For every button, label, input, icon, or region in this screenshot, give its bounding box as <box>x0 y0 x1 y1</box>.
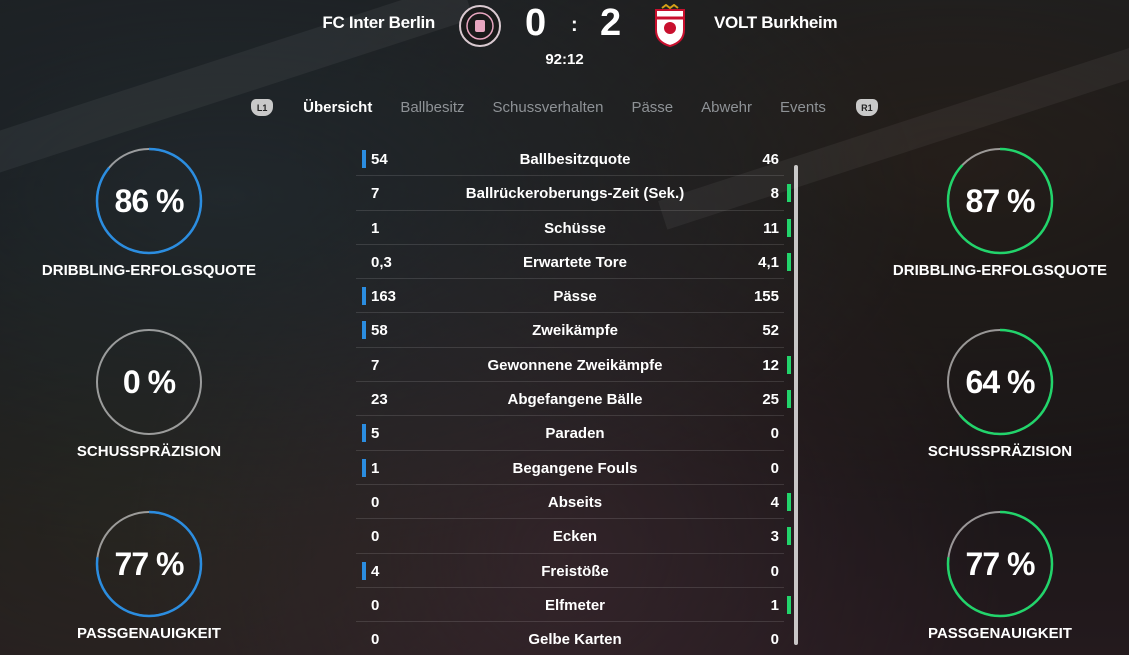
stat-row: 7 Gewonnene Zweikämpfe 12 <box>356 348 791 383</box>
home-dribbling-gauge: 86 % <box>95 147 203 255</box>
stat-row: 54 Ballbesitzquote 46 <box>356 142 784 177</box>
home-pass-accuracy-gauge: 77 % <box>95 510 203 618</box>
tab-shooting[interactable]: Schussverhalten <box>493 99 604 116</box>
tab-overview[interactable]: Übersicht <box>303 99 372 116</box>
stat-row: 23 Abgefangene Bälle 25 <box>356 382 791 417</box>
stat-label: Elfmeter <box>544 596 606 614</box>
away-pass-accuracy-label: PASSGENAUIGKEIT <box>928 625 1072 642</box>
stat-away-value: 0 <box>770 562 779 580</box>
stat-row: 5 Paraden 0 <box>356 416 784 451</box>
gauge-percent: 77 % <box>114 545 185 582</box>
stat-label: Abgefangene Bälle <box>507 391 643 409</box>
away-shot-accuracy-label: SCHUSSPRÄZISION <box>927 443 1073 460</box>
stat-label: Abseits <box>547 493 603 511</box>
home-team-name: FC Inter Berlin <box>322 13 435 32</box>
stat-label: Begangene Fouls <box>512 459 638 477</box>
home-shot-accuracy-label: SCHUSSPRÄZISION <box>76 443 222 460</box>
home-shot-accuracy-gauge: 0 % <box>95 328 203 436</box>
stat-away-value: 11 <box>763 219 779 237</box>
stat-away-value: 0 <box>770 425 779 443</box>
stat-row: 0 Abseits 4 <box>356 485 791 520</box>
gauge-percent: 64 % <box>965 363 1036 400</box>
match-clock: 92:12 <box>545 51 584 68</box>
stats-scrollbar[interactable] <box>794 165 798 645</box>
stat-row: 0 Gelbe Karten 0 <box>356 622 784 655</box>
home-team-crest-icon <box>459 5 501 47</box>
stat-label: Gelbe Karten <box>528 631 622 649</box>
stats-table: 54 Ballbesitzquote 46 7 Ballrückeroberungs-Z… <box>356 142 791 655</box>
gauge-percent: 77 % <box>965 545 1036 582</box>
stat-label: Paraden <box>545 425 605 443</box>
l1-bumper-icon[interactable]: L1 <box>251 99 274 116</box>
stat-away-value: 52 <box>762 322 779 340</box>
stat-away-value: 46 <box>762 151 779 168</box>
stat-label: Schüsse <box>544 219 606 237</box>
gauge-percent: 86 % <box>114 182 185 219</box>
stat-row: 4 Freistöße 0 <box>356 554 784 588</box>
home-dribbling-label: DRIBBLING-ERFOLGSQUOTE <box>41 262 257 279</box>
stat-away-value: 3 <box>770 528 779 546</box>
stat-away-value: 25 <box>762 391 779 409</box>
stat-away-value: 12 <box>762 356 779 374</box>
stat-away-value: 155 <box>753 288 779 306</box>
away-dribbling-gauge: 87 % <box>946 147 1054 255</box>
stat-label: Freistöße <box>541 562 609 580</box>
stat-away-value: 8 <box>770 185 779 203</box>
stat-row: 0 Elfmeter 1 <box>356 588 791 623</box>
stat-away-value: 1 <box>770 596 779 614</box>
stat-row: 0,3 Erwartete Tore 4,1 <box>356 245 791 280</box>
stat-label: Ecken <box>552 528 598 546</box>
stats-tab-bar: L1 Übersicht Ballbesitz Schussverhalten … <box>0 99 1129 116</box>
home-pass-accuracy-label: PASSGENAUIGKEIT <box>77 625 221 642</box>
stat-away-value: 4,1 <box>758 253 779 271</box>
stat-label: Ballbesitzquote <box>519 151 631 168</box>
away-score: 2 <box>600 2 622 44</box>
stat-label: Gewonnene Zweikämpfe <box>487 356 663 374</box>
away-dribbling-label: DRIBBLING-ERFOLGSQUOTE <box>892 262 1108 279</box>
score-separator: : <box>571 14 578 36</box>
gauge-percent: 0 % <box>122 363 176 400</box>
gauge-percent: 87 % <box>965 182 1036 219</box>
away-team-name: VOLT Burkheim <box>714 13 838 32</box>
away-team-crest-icon <box>655 4 685 48</box>
tab-events[interactable]: Events <box>780 99 826 116</box>
tab-passing[interactable]: Pässe <box>631 99 673 116</box>
stat-away-value: 0 <box>770 459 779 477</box>
tab-possession[interactable]: Ballbesitz <box>400 99 464 116</box>
stat-away-value: 0 <box>770 631 779 649</box>
stat-row: 163 Pässe 155 <box>356 279 784 314</box>
stat-row: 1 Schüsse 11 <box>356 211 791 245</box>
stat-row: 7 Ballrückeroberungs-Zeit (Sek.) 8 <box>356 176 791 211</box>
stat-label: Pässe <box>553 288 597 306</box>
home-score: 0 <box>525 2 547 44</box>
stat-label: Erwartete Tore <box>523 253 627 271</box>
stat-row: 1 Begangene Fouls 0 <box>356 451 784 485</box>
stat-away-value: 4 <box>770 493 779 511</box>
tab-defending[interactable]: Abwehr <box>701 99 752 116</box>
stat-row: 0 Ecken 3 <box>356 519 791 554</box>
stat-label: Ballrückeroberungs-Zeit (Sek.) <box>465 185 685 203</box>
r1-bumper-icon[interactable]: R1 <box>855 99 878 116</box>
away-pass-accuracy-gauge: 77 % <box>946 510 1054 618</box>
away-shot-accuracy-gauge: 64 % <box>946 328 1054 436</box>
stat-row: 58 Zweikämpfe 52 <box>356 313 784 348</box>
stat-label: Zweikämpfe <box>532 322 618 340</box>
